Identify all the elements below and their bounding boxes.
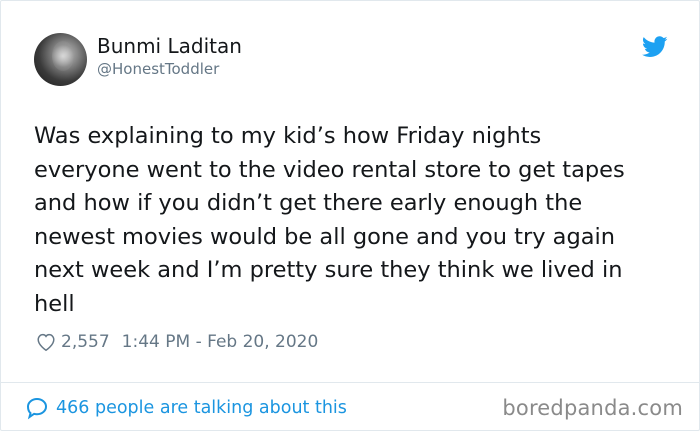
speech-bubble-icon (26, 397, 48, 420)
watermark: boredpanda.com (502, 396, 683, 420)
tweet-meta: 2,557 1:44 PM - Feb 20, 2020 (35, 331, 318, 353)
twitter-bird-icon[interactable] (642, 36, 668, 58)
divider (1, 382, 699, 383)
like-count[interactable]: 2,557 (61, 332, 110, 352)
heart-icon[interactable] (35, 331, 57, 353)
talking-about-label: 466 people are talking about this (56, 398, 347, 418)
avatar-highlight (52, 41, 74, 71)
author-name[interactable]: Bunmi Laditan (97, 34, 242, 58)
tweet-card: Bunmi Laditan @HonestToddler Was explain… (0, 0, 700, 431)
avatar[interactable] (34, 33, 87, 86)
author-handle[interactable]: @HonestToddler (97, 60, 219, 78)
timestamp[interactable]: 1:44 PM - Feb 20, 2020 (122, 332, 319, 352)
talking-about-link[interactable]: 466 people are talking about this (25, 396, 347, 420)
tweet-text: Was explaining to my kid’s how Friday ni… (34, 123, 625, 317)
